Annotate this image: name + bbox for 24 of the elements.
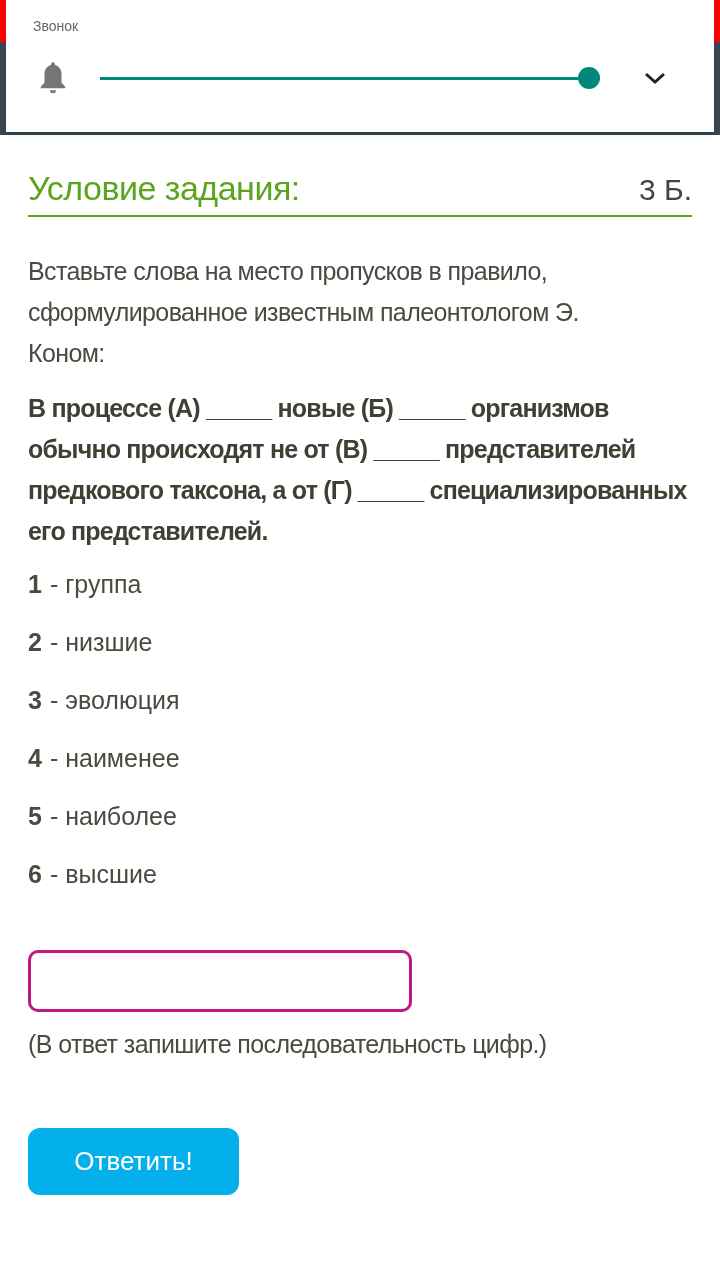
option-text: - низшие: [49, 627, 153, 658]
option-number: 6: [28, 859, 42, 890]
submit-button[interactable]: Ответить!: [28, 1127, 239, 1195]
option-number: 3: [28, 685, 42, 716]
option-number: 4: [28, 743, 42, 774]
option-text: - высшие: [49, 859, 157, 890]
volume-slider[interactable]: [100, 67, 600, 89]
option-number: 5: [28, 801, 42, 832]
option-number: 2: [28, 627, 42, 658]
option-text: - группа: [49, 569, 142, 600]
task-title: Условие задания:: [28, 171, 300, 205]
bell-icon: [38, 61, 68, 95]
answer-hint: (В ответ запишите последовательность цифр.): [28, 1029, 548, 1060]
option-number: 1: [28, 569, 42, 600]
volume-label: Звонок: [33, 17, 80, 36]
task-points: 3 Б.: [638, 175, 692, 205]
option-text: - эволюция: [49, 685, 180, 716]
answer-field[interactable]: [28, 950, 412, 1012]
option-text: - наиболее: [49, 801, 177, 832]
slider-thumb[interactable]: [578, 67, 600, 89]
task-intro: Вставьте слова на место пропусков в правило, сформулированное известным палеонтологом Э. Коном:: [28, 256, 580, 369]
option-text: - наименее: [49, 743, 180, 774]
chevron-down-icon[interactable]: [644, 71, 666, 85]
task-statement: В процессе (А) _____ новые (Б) _____ организмов обычно происходят не от (В) _____ представителей предкового таксона, а от (Г) _____ специализированных его представителей.: [28, 393, 688, 547]
